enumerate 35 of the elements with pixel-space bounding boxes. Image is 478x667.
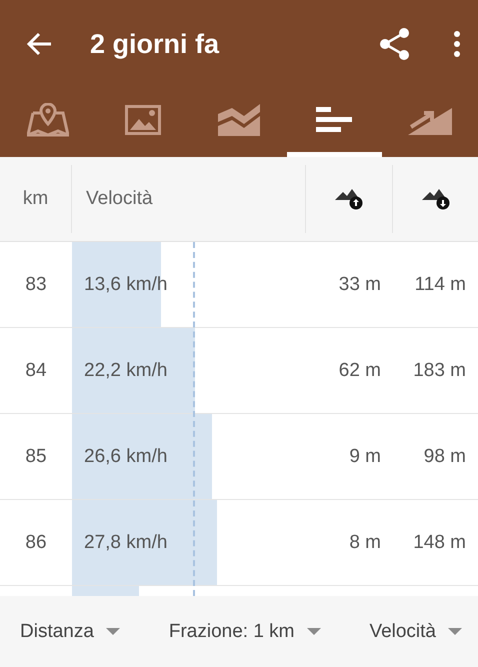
slope-arrow-icon — [408, 105, 452, 135]
area-chart-icon — [218, 104, 260, 136]
dropdown[interactable]: Velocità — [369, 620, 462, 642]
ascent-cell-text: 9 m — [348, 444, 382, 468]
caret-icon — [448, 628, 462, 635]
speed-value: 26,6 km/h — [83, 446, 168, 468]
ascent-cell-text: 62 m — [338, 358, 382, 382]
speed-value: 27,8 km/h — [83, 532, 168, 554]
bar-list-icon — [316, 105, 354, 135]
column-header: Velocità — [86, 188, 153, 210]
ascent-cell-text: 8 m — [348, 530, 382, 554]
map-pin-icon — [26, 103, 69, 137]
speed-value: 22,2 km/h — [83, 360, 168, 382]
km-cell-text: 85 — [24, 444, 48, 468]
ascent-cell-text: 33 m — [338, 272, 382, 296]
descent-cell-text: 183 m — [412, 358, 467, 382]
caret-icon — [306, 628, 321, 635]
km-cell-text: 86 — [24, 530, 48, 554]
descent-cell-text: 148 m — [412, 530, 467, 554]
column-header: km — [22, 188, 48, 210]
dropdown[interactable]: Frazione: 1 km — [168, 620, 321, 642]
app-title: 2 giorni fa — [90, 28, 220, 60]
ascent-icon — [335, 188, 363, 210]
caret-icon — [106, 628, 120, 635]
more-icon[interactable] — [454, 31, 460, 57]
km-cell-text: 84 — [24, 358, 48, 382]
descent-cell-text: 114 m — [414, 272, 467, 296]
image-icon — [125, 105, 162, 135]
share-icon[interactable] — [380, 28, 410, 60]
speed-value: 13,6 km/h — [83, 274, 168, 296]
descent-cell-text: 98 m — [422, 444, 467, 468]
back-icon[interactable] — [26, 32, 52, 56]
km-cell-text: 83 — [24, 272, 48, 296]
descent-icon — [422, 188, 450, 210]
dropdown[interactable]: Distanza — [20, 620, 120, 642]
